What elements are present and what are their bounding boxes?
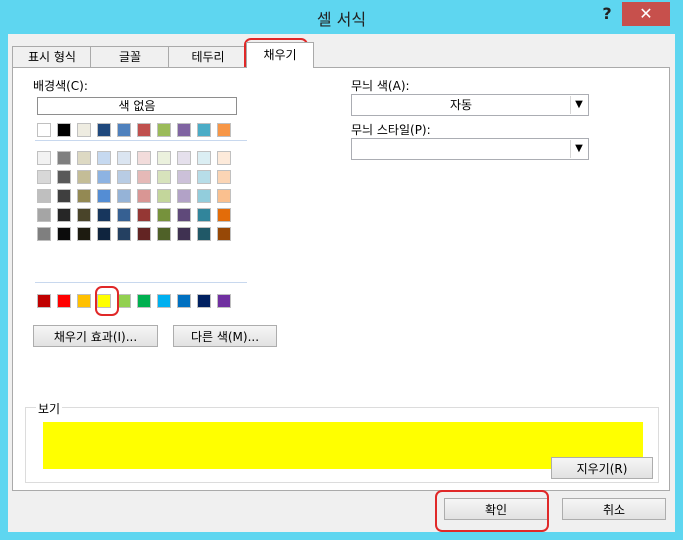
shade-color-swatch[interactable] xyxy=(57,170,71,184)
standard-color-swatch[interactable] xyxy=(197,294,211,308)
shade-color-swatch[interactable] xyxy=(37,170,51,184)
no-color-button[interactable]: 색 없음 xyxy=(37,97,237,115)
shade-color-swatch[interactable] xyxy=(77,189,91,203)
shade-color-swatch[interactable] xyxy=(177,151,191,165)
shade-color-swatch[interactable] xyxy=(217,227,231,241)
shade-color-swatch[interactable] xyxy=(197,189,211,203)
shade-color-swatch[interactable] xyxy=(117,170,131,184)
shade-color-swatch[interactable] xyxy=(157,227,171,241)
shade-color-swatch[interactable] xyxy=(97,208,111,222)
chevron-down-icon[interactable]: ▼ xyxy=(570,140,587,158)
clear-button[interactable]: 지우기(R) xyxy=(551,457,653,479)
shade-color-swatch[interactable] xyxy=(217,208,231,222)
shade-color-swatch[interactable] xyxy=(197,151,211,165)
standard-color-swatch[interactable] xyxy=(157,294,171,308)
standard-color-swatch[interactable] xyxy=(177,294,191,308)
shade-color-swatch[interactable] xyxy=(177,170,191,184)
theme-color-swatch[interactable] xyxy=(177,123,191,137)
shade-color-swatch[interactable] xyxy=(77,227,91,241)
shade-color-swatch[interactable] xyxy=(57,189,71,203)
shade-color-swatch[interactable] xyxy=(137,151,151,165)
shade-color-swatch[interactable] xyxy=(157,170,171,184)
tab-number-format[interactable]: 표시 형식 xyxy=(12,46,92,67)
dialog-title: 셀 서식 xyxy=(316,10,367,29)
shade-color-swatch[interactable] xyxy=(137,227,151,241)
theme-color-swatch[interactable] xyxy=(137,123,151,137)
tab-border[interactable]: 테두리 xyxy=(168,46,248,67)
fill-panel: 배경색(C): 색 없음 채우기 효과(I)... 다른 색(M)... 무늬 … xyxy=(12,67,670,491)
shade-color-swatch[interactable] xyxy=(77,151,91,165)
standard-color-swatch[interactable] xyxy=(37,294,51,308)
fill-effects-button[interactable]: 채우기 효과(I)... xyxy=(33,325,158,347)
cancel-button[interactable]: 취소 xyxy=(562,498,666,520)
shade-color-swatch[interactable] xyxy=(77,170,91,184)
theme-color-swatch[interactable] xyxy=(117,123,131,137)
shade-color-swatch[interactable] xyxy=(157,151,171,165)
shade-color-swatch[interactable] xyxy=(97,170,111,184)
help-button[interactable]: ? xyxy=(596,4,618,28)
shade-color-swatch[interactable] xyxy=(157,208,171,222)
shade-color-swatch[interactable] xyxy=(117,189,131,203)
palette-separator xyxy=(35,282,247,283)
shade-color-swatch[interactable] xyxy=(217,170,231,184)
palette-separator xyxy=(35,140,247,141)
shade-color-swatch[interactable] xyxy=(97,227,111,241)
shade-color-swatch[interactable] xyxy=(37,151,51,165)
theme-color-swatch[interactable] xyxy=(217,123,231,137)
theme-color-swatch[interactable] xyxy=(77,123,91,137)
shade-color-swatch[interactable] xyxy=(197,227,211,241)
standard-color-swatch[interactable] xyxy=(137,294,151,308)
shade-color-swatch[interactable] xyxy=(37,227,51,241)
shade-color-swatch[interactable] xyxy=(57,227,71,241)
highlight-ok-button xyxy=(435,490,549,532)
pattern-color-value: 자동 xyxy=(449,98,473,112)
tab-font[interactable]: 글꼴 xyxy=(90,46,170,67)
shade-color-swatch[interactable] xyxy=(37,189,51,203)
format-cells-dialog: 셀 서식 ? ✕ 표시 형식 글꼴 테두리 채우기 배경색(C): 색 없음 채… xyxy=(0,0,683,540)
standard-color-swatch[interactable] xyxy=(117,294,131,308)
shade-color-swatch[interactable] xyxy=(137,189,151,203)
theme-color-swatch[interactable] xyxy=(57,123,71,137)
highlight-yellow-swatch xyxy=(95,286,119,316)
pattern-color-label: 무늬 색(A): xyxy=(351,79,410,93)
shade-color-swatch[interactable] xyxy=(137,208,151,222)
preview-label: 보기 xyxy=(36,400,63,417)
shade-color-swatch[interactable] xyxy=(177,189,191,203)
theme-color-swatch[interactable] xyxy=(37,123,51,137)
pattern-style-select[interactable]: ▼ xyxy=(351,138,589,160)
background-color-label: 배경색(C): xyxy=(33,79,88,93)
chevron-down-icon[interactable]: ▼ xyxy=(570,96,587,114)
theme-color-swatch[interactable] xyxy=(157,123,171,137)
standard-color-swatch[interactable] xyxy=(57,294,71,308)
shade-color-swatch[interactable] xyxy=(117,151,131,165)
close-button[interactable]: ✕ xyxy=(622,2,670,26)
more-colors-button[interactable]: 다른 색(M)... xyxy=(173,325,277,347)
dialog-body: 표시 형식 글꼴 테두리 채우기 배경색(C): 색 없음 채우기 효과(I).… xyxy=(8,34,675,532)
shade-color-swatch[interactable] xyxy=(217,151,231,165)
pattern-style-label: 무늬 스타일(P): xyxy=(351,123,431,137)
shade-color-swatch[interactable] xyxy=(137,170,151,184)
tab-fill[interactable]: 채우기 xyxy=(246,42,314,68)
theme-color-swatch[interactable] xyxy=(197,123,211,137)
pattern-color-select[interactable]: 자동 ▼ xyxy=(351,94,589,116)
shade-color-swatch[interactable] xyxy=(177,227,191,241)
shade-color-swatch[interactable] xyxy=(97,189,111,203)
shade-color-swatch[interactable] xyxy=(197,170,211,184)
theme-color-swatch[interactable] xyxy=(97,123,111,137)
shade-color-swatch[interactable] xyxy=(217,189,231,203)
shade-color-swatch[interactable] xyxy=(57,151,71,165)
shade-color-swatch[interactable] xyxy=(157,189,171,203)
shade-color-swatch[interactable] xyxy=(57,208,71,222)
shade-color-swatch[interactable] xyxy=(177,208,191,222)
shade-color-swatch[interactable] xyxy=(117,208,131,222)
title-bar[interactable]: 셀 서식 ? ✕ xyxy=(0,0,683,34)
shade-color-swatch[interactable] xyxy=(37,208,51,222)
shade-color-swatch[interactable] xyxy=(117,227,131,241)
shade-color-swatch[interactable] xyxy=(77,208,91,222)
shade-color-swatch[interactable] xyxy=(97,151,111,165)
standard-color-swatch[interactable] xyxy=(77,294,91,308)
shade-color-swatch[interactable] xyxy=(197,208,211,222)
standard-color-swatch[interactable] xyxy=(217,294,231,308)
